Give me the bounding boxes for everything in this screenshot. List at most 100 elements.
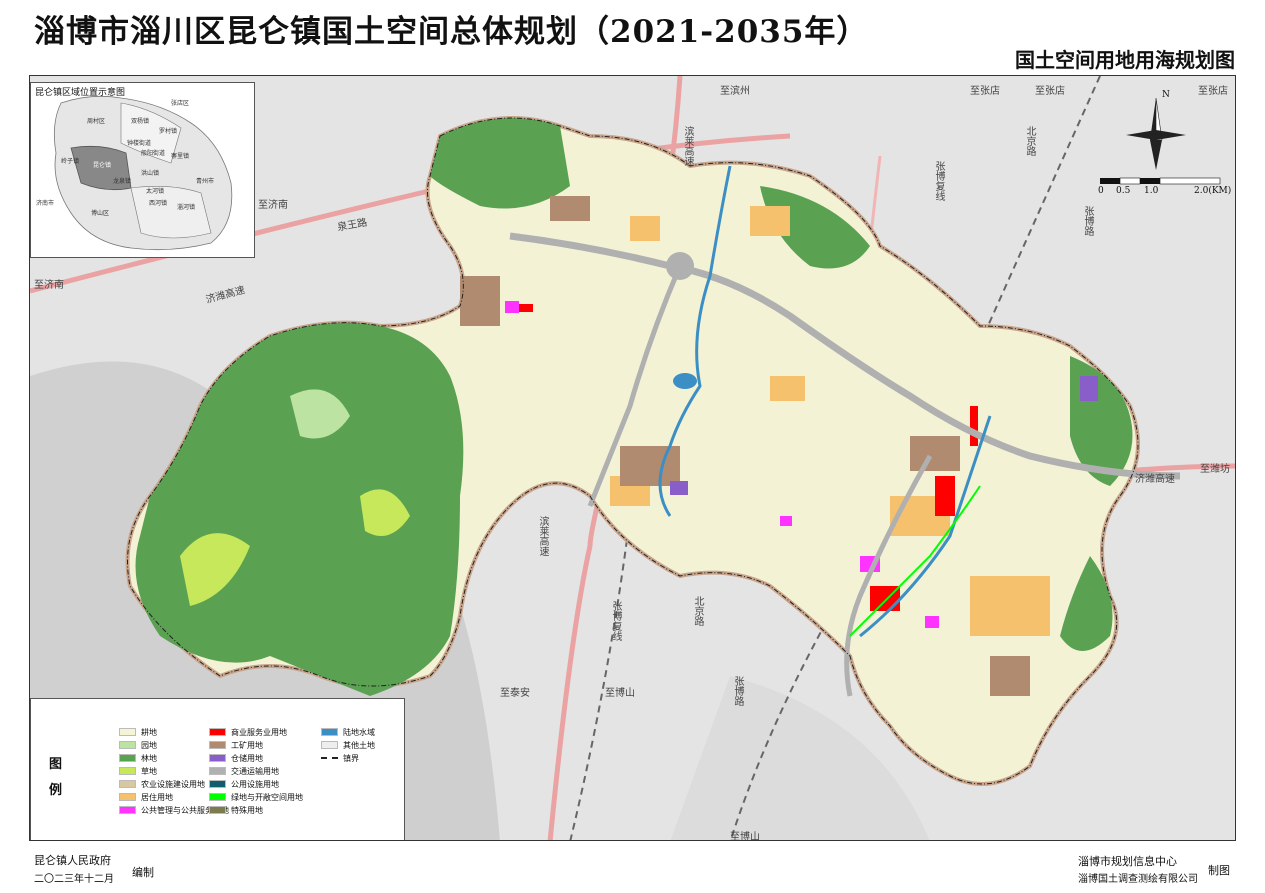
inset-label: 洪山镇 [141, 169, 159, 177]
legend-item: 工矿用地 [209, 740, 263, 750]
legend-swatch [209, 793, 226, 801]
legend-swatch [321, 728, 338, 736]
commercial-patch [935, 476, 955, 516]
legend-label: 绿地与开敞空间用地 [231, 792, 303, 802]
legend-item: 农业设施建设用地 [119, 779, 205, 789]
legend-item: 园地 [119, 740, 157, 750]
legend-label: 商业服务业用地 [231, 727, 287, 737]
legend-swatch [119, 741, 136, 749]
residential-patch [750, 206, 790, 236]
legend-label: 居住用地 [141, 792, 173, 802]
legend-swatch [209, 754, 226, 762]
interchange [666, 252, 694, 280]
legend-swatch [209, 780, 226, 788]
legend-head-2: 例 [49, 783, 63, 798]
legend-item: 特殊用地 [209, 805, 263, 815]
legend-item: 耕地 [119, 727, 157, 737]
label-zhangbo-road-south: 张博路 [732, 676, 743, 706]
inset-label: 般阳街道 [141, 149, 165, 157]
industrial-patch [460, 276, 500, 326]
inset-label: 周村区 [87, 117, 105, 125]
commercial-patch [970, 406, 978, 446]
legend-item: 陆地水域 [321, 727, 375, 737]
legend-item: 公用设施用地 [209, 779, 279, 789]
footer-left-org: 昆仑镇人民政府 [34, 854, 111, 867]
residential-patch [630, 216, 660, 241]
label-to-zhangdian-1: 至张店 [970, 86, 1000, 97]
legend-swatch [209, 806, 226, 814]
legend-head-1: 图 [49, 757, 63, 772]
warehouse-patch [670, 481, 688, 495]
label-to-taian: 至泰安 [500, 688, 530, 699]
legend-swatch [119, 793, 136, 801]
legend-item: 商业服务业用地 [209, 727, 287, 737]
inset-label: 双杨镇 [131, 117, 149, 125]
legend-label: 工矿用地 [231, 740, 263, 750]
compass-icon [1100, 97, 1221, 185]
label-jiwei-expressway-east: 济潍高速 [1135, 474, 1175, 485]
label-to-binzhou: 至滨州 [720, 86, 750, 97]
inset-label: 罗村镇 [159, 127, 177, 135]
industrial-patch [620, 446, 680, 486]
legend-item: 林地 [119, 753, 157, 763]
map-subtitle: 国土空间用地用海规划图 [1015, 48, 1235, 72]
map-legend: 图 例 耕地 园地 林地 草地 农业设施建设用地 居住用地 公共管理与公共服务用地 商业服务业… [30, 698, 405, 840]
boundary-line-icon [321, 757, 338, 759]
legend-label: 草地 [141, 766, 157, 776]
north-arrow-and-scale: N 0 0.5 1.0 2.0(KM) [1096, 90, 1235, 200]
scale-tick: 2.0(KM) [1194, 186, 1232, 196]
label-beijing-road-south: 北京路 [692, 596, 703, 626]
scale-segment-1 [1100, 178, 1120, 184]
inset-label: 岭子镇 [61, 157, 79, 165]
legend-item: 居住用地 [119, 792, 173, 802]
legend-swatch [119, 728, 136, 736]
inset-label: 钟楼街道 [127, 139, 151, 147]
legend-swatch [119, 806, 136, 814]
label-binlai-north: 滨莱高速 [682, 126, 693, 166]
industrial-patch [550, 196, 590, 221]
label-to-boshan-1: 至博山 [605, 688, 635, 699]
label-to-jinan-1: 至济南 [258, 200, 288, 211]
inset-label: 昆仑镇 [93, 161, 111, 169]
legend-label: 陆地水域 [343, 727, 375, 737]
legend-item: 交通运输用地 [209, 766, 279, 776]
scale-tick: 0.5 [1116, 186, 1131, 196]
label-to-weifang: 至潍坊 [1200, 464, 1230, 475]
legend-item: 草地 [119, 766, 157, 776]
inset-label: 张店区 [171, 99, 189, 107]
industrial-patch [910, 436, 960, 471]
label-zhangbo-road-north: 张博路 [1082, 206, 1093, 236]
inset-svg: 张店区 周村区 双杨镇 昆仑镇 罗村镇 钟楼街道 般阳街道 岭子镇 洪山镇 寨里… [36, 95, 233, 251]
public-service-patch [925, 616, 939, 628]
inset-label: 济南市 [36, 199, 54, 207]
inset-label: 青州市 [196, 177, 214, 185]
scale-segment-2 [1119, 177, 1141, 185]
residential-patch [970, 576, 1050, 636]
public-service-patch [505, 301, 519, 313]
scale-segment-3 [1140, 178, 1160, 184]
legend-item: 其他土地 [321, 740, 375, 750]
label-to-zhangdian-2: 至张店 [1035, 86, 1065, 97]
warehouse-patch [1080, 376, 1098, 401]
legend-label: 仓储用地 [231, 753, 263, 763]
north-label: N [1162, 90, 1170, 100]
scale-tick: 0 [1098, 186, 1104, 196]
map-frame[interactable]: 至滨州 至张店 至张店 至张店 至济南 至济南 泉王路 济潍高速 滨莱高速 滨莱… [29, 75, 1236, 841]
legend-label: 交通运输用地 [231, 766, 279, 776]
label-zhangbo-line-south: 张博复线 [610, 601, 621, 641]
legend-label: 农业设施建设用地 [141, 779, 205, 789]
residential-patch [770, 376, 805, 401]
reservoir [673, 373, 697, 389]
legend-label: 园地 [141, 740, 157, 750]
label-beijing-road-north: 北京路 [1024, 126, 1035, 156]
inset-area-south [130, 186, 212, 239]
label-to-jinan-2: 至济南 [34, 280, 64, 291]
legend-item: 仓储用地 [209, 753, 263, 763]
label-zhangbo-line-north: 张博复线 [933, 161, 944, 201]
legend-label: 公用设施用地 [231, 779, 279, 789]
footer-right-org-1: 淄博市规划信息中心 [1078, 855, 1177, 868]
scale-segment-4 [1159, 177, 1221, 185]
legend-label: 镇界 [343, 753, 359, 763]
scale-tick: 1.0 [1144, 186, 1159, 196]
legend-swatch [119, 780, 136, 788]
